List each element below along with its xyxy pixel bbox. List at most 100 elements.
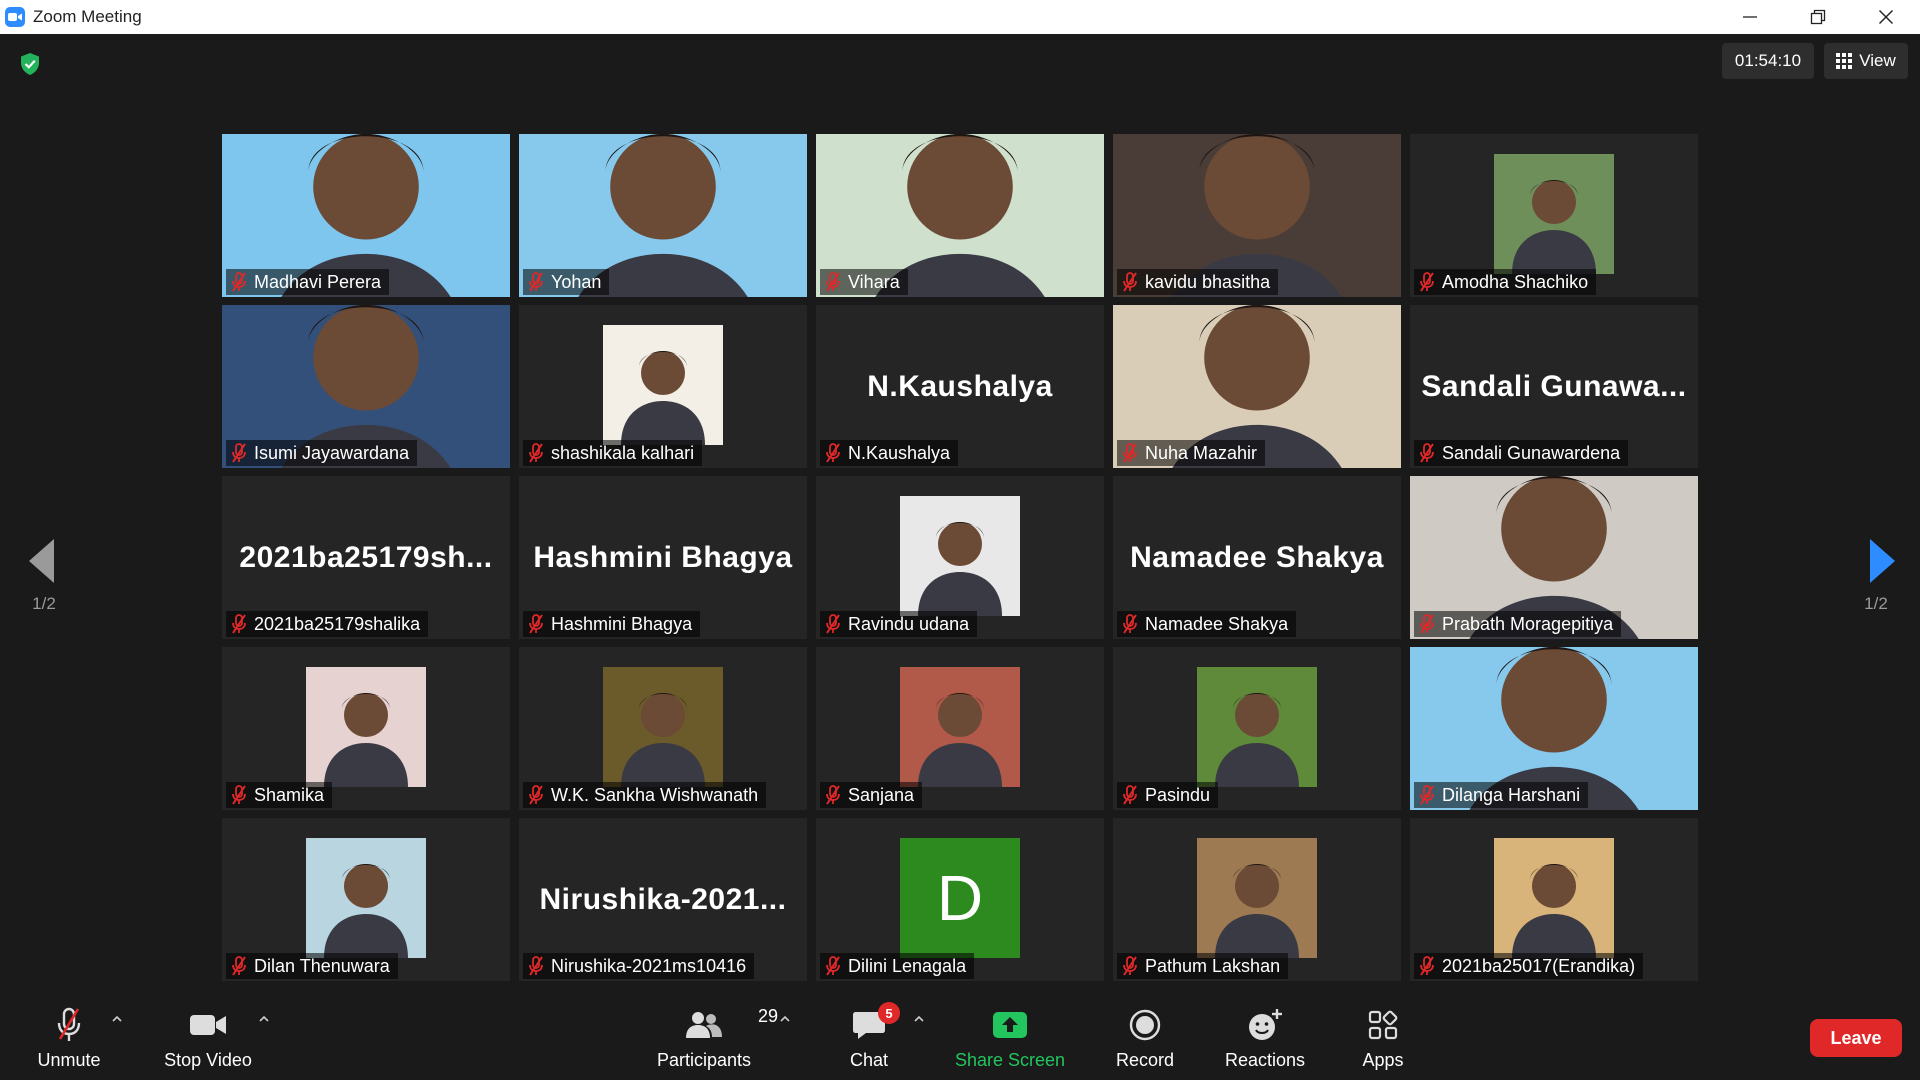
participant-tile[interactable]: Yohan bbox=[519, 134, 807, 297]
participant-profile-picture bbox=[1197, 838, 1317, 958]
window-titlebar: Zoom Meeting bbox=[0, 0, 1920, 34]
minimize-icon bbox=[1743, 16, 1757, 18]
participant-name: 2021ba25179shalika bbox=[254, 613, 421, 634]
participant-tile[interactable]: Pathum Lakshan bbox=[1113, 818, 1401, 981]
participant-tile[interactable]: Madhavi Perera bbox=[222, 134, 510, 297]
leave-meeting-button[interactable]: Leave bbox=[1810, 1019, 1902, 1057]
share-screen-button[interactable]: Share Screen bbox=[950, 1006, 1070, 1071]
record-label: Record bbox=[1115, 1050, 1175, 1070]
participant-profile-picture bbox=[1494, 838, 1614, 958]
minimize-button[interactable] bbox=[1716, 0, 1784, 34]
participants-button[interactable]: 29 Participants bbox=[654, 1006, 778, 1071]
participant-name: W.K. Sankha Wishwanath bbox=[551, 784, 759, 805]
participant-name-label: Namadee Shakya bbox=[1117, 611, 1297, 637]
participant-tile[interactable]: kavidu bhasitha bbox=[1113, 134, 1401, 297]
meeting-area: 01:54:10 View 1/2 1/2 Madhavi Perera Yoha… bbox=[0, 34, 1920, 990]
restore-button[interactable] bbox=[1784, 0, 1852, 34]
participant-tile[interactable]: Hashmini Bhagya Hashmini Bhagya bbox=[519, 476, 807, 639]
participant-name-label: Vihara bbox=[820, 269, 908, 295]
chat-options-caret-icon[interactable] bbox=[912, 1012, 926, 1026]
apps-button[interactable]: Apps bbox=[1355, 1006, 1411, 1071]
participant-name-label: kavidu bhasitha bbox=[1117, 269, 1279, 295]
muted-mic-icon bbox=[826, 614, 840, 634]
participant-name: Dilini Lenagala bbox=[848, 955, 967, 976]
apps-icon bbox=[1368, 1010, 1398, 1040]
participant-photo bbox=[603, 325, 723, 445]
participant-tile[interactable]: Sanjana bbox=[816, 647, 1104, 810]
muted-mic-icon bbox=[1123, 785, 1137, 805]
participant-name-label: Dilan Thenuwara bbox=[226, 953, 398, 979]
view-label: View bbox=[1859, 51, 1896, 70]
stop-video-button[interactable]: Stop Video bbox=[160, 1006, 256, 1071]
participants-options-caret-icon[interactable] bbox=[778, 1012, 792, 1026]
participant-tile[interactable]: Vihara bbox=[816, 134, 1104, 297]
muted-mic-icon bbox=[1123, 272, 1137, 292]
participant-profile-picture bbox=[1494, 154, 1614, 274]
chat-unread-badge: 5 bbox=[878, 1002, 900, 1024]
participant-name-label: 2021ba25179shalika bbox=[226, 611, 429, 637]
close-button[interactable] bbox=[1852, 0, 1920, 34]
participant-tile[interactable]: Nuha Mazahir bbox=[1113, 305, 1401, 468]
participant-name-label: Pathum Lakshan bbox=[1117, 953, 1289, 979]
reactions-label: Reactions bbox=[1224, 1050, 1306, 1070]
participant-photo bbox=[306, 667, 426, 787]
participant-tile[interactable]: N.Kaushalya N.Kaushalya bbox=[816, 305, 1104, 468]
meeting-toolbar: Unmute Stop Video 29 Participants 5 Chat… bbox=[0, 990, 1920, 1080]
muted-mic-icon bbox=[1123, 443, 1137, 463]
participant-name: Hashmini Bhagya bbox=[551, 613, 693, 634]
participant-name-label: shashikala kalhari bbox=[523, 440, 703, 466]
participant-name: Pathum Lakshan bbox=[1145, 955, 1281, 976]
participant-tile[interactable]: Dilanga Harshani bbox=[1410, 647, 1698, 810]
participant-name: Sandali Gunawardena bbox=[1442, 442, 1621, 463]
unmute-button[interactable]: Unmute bbox=[30, 1006, 108, 1071]
participant-photo bbox=[603, 667, 723, 787]
reactions-button[interactable]: Reactions bbox=[1220, 1006, 1310, 1071]
participant-photo bbox=[1197, 667, 1317, 787]
record-icon bbox=[1129, 1009, 1161, 1041]
participant-name-label: Nirushika-2021ms10416 bbox=[523, 953, 755, 979]
participant-tile[interactable]: D Dilini Lenagala bbox=[816, 818, 1104, 981]
record-button[interactable]: Record bbox=[1110, 1006, 1180, 1071]
participant-name-label: N.Kaushalya bbox=[820, 440, 959, 466]
participant-tile[interactable]: Ravindu udana bbox=[816, 476, 1104, 639]
participant-tile[interactable]: Namadee Shakya Namadee Shakya bbox=[1113, 476, 1401, 639]
view-button[interactable]: View bbox=[1824, 43, 1908, 79]
participant-name-label: Shamika bbox=[226, 782, 333, 808]
participant-name: Prabath Moragepitiya bbox=[1442, 613, 1614, 634]
participant-tile[interactable]: Pasindu bbox=[1113, 647, 1401, 810]
participant-name: Yohan bbox=[551, 271, 602, 292]
participant-tile[interactable]: 2021ba25179sh... 2021ba25179shalika bbox=[222, 476, 510, 639]
participant-tile[interactable]: Dilan Thenuwara bbox=[222, 818, 510, 981]
participant-tile[interactable]: Amodha Shachiko bbox=[1410, 134, 1698, 297]
participant-tile[interactable]: Prabath Moragepitiya bbox=[1410, 476, 1698, 639]
encryption-shield-icon[interactable] bbox=[18, 52, 42, 76]
next-page-arrow-icon[interactable] bbox=[1860, 536, 1900, 586]
muted-mic-icon bbox=[1420, 956, 1434, 976]
previous-page-arrow-icon[interactable] bbox=[24, 536, 64, 586]
participant-tile[interactable]: Shamika bbox=[222, 647, 510, 810]
unmute-label: Unmute bbox=[37, 1050, 101, 1070]
participants-icon bbox=[686, 1012, 722, 1038]
participant-tile[interactable]: Nirushika-2021... Nirushika-2021ms10416 bbox=[519, 818, 807, 981]
reactions-smiley-icon bbox=[1249, 1009, 1282, 1040]
participant-name: Madhavi Perera bbox=[254, 271, 382, 292]
participant-name: Isumi Jayawardana bbox=[254, 442, 410, 463]
participant-name-label: Dilanga Harshani bbox=[1414, 782, 1589, 808]
participant-profile-picture bbox=[900, 496, 1020, 616]
participant-tile[interactable]: Isumi Jayawardana bbox=[222, 305, 510, 468]
chat-button[interactable]: 5 Chat bbox=[844, 1002, 900, 1071]
participant-name-label: Hashmini Bhagya bbox=[523, 611, 701, 637]
zoom-app-icon bbox=[5, 7, 25, 27]
participant-name-label: Amodha Shachiko bbox=[1414, 269, 1597, 295]
audio-options-caret-icon[interactable] bbox=[110, 1012, 124, 1026]
participant-tile[interactable]: shashikala kalhari bbox=[519, 305, 807, 468]
participant-tile[interactable]: W.K. Sankha Wishwanath bbox=[519, 647, 807, 810]
muted-mic-icon bbox=[1420, 614, 1434, 634]
participants-count: 29 bbox=[758, 1006, 779, 1026]
participant-name-label: Isumi Jayawardana bbox=[226, 440, 418, 466]
participant-tile[interactable]: Sandali Gunawa... Sandali Gunawardena bbox=[1410, 305, 1698, 468]
participant-tile[interactable]: 2021ba25017(Erandika) bbox=[1410, 818, 1698, 981]
share-screen-label: Share Screen bbox=[954, 1050, 1066, 1070]
chat-label: Chat bbox=[849, 1050, 889, 1070]
video-options-caret-icon[interactable] bbox=[257, 1012, 271, 1026]
